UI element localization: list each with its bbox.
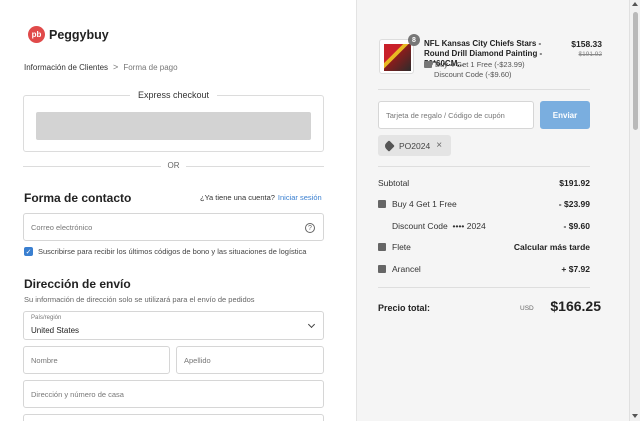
country-select[interactable]: País/región United States	[23, 311, 324, 340]
brand-logo[interactable]: pb Peggybuy	[28, 26, 109, 43]
address-placeholder: Dirección y número de casa	[31, 390, 124, 399]
product-thumbnail	[379, 39, 414, 74]
summary-divider-bottom	[378, 287, 590, 288]
login-link[interactable]: Iniciar sesión	[278, 193, 322, 202]
total-label: Precio total:	[378, 303, 431, 313]
product-price: $158.33	[571, 39, 602, 49]
shipping-row: Flete Calcular más tarde	[378, 242, 590, 254]
email-placeholder: Correo electrónico	[31, 223, 93, 232]
express-checkout-title: Express checkout	[129, 90, 218, 100]
subtotal-value: $191.92	[559, 178, 590, 188]
receipt-icon	[378, 265, 386, 273]
tax-label: Arancel	[392, 264, 421, 274]
email-field[interactable]: Correo electrónico ?	[23, 213, 324, 241]
chevron-down-icon	[307, 320, 316, 329]
tax-row: Arancel + $7.92	[378, 264, 590, 276]
shipping-label-group: Flete	[378, 242, 411, 252]
last-name-placeholder: Apellido	[184, 356, 211, 365]
product-discount: Discount Code (-$9.60)	[434, 70, 512, 79]
coupon-input[interactable]: Tarjeta de regalo / Código de cupón	[378, 101, 534, 129]
or-line-right	[186, 166, 324, 167]
discount-label-group: Discount Code •••• 2024	[392, 221, 486, 231]
subtotal-row: Subtotal $191.92	[378, 178, 590, 190]
login-prompt-text: ¿Ya tiene una cuenta?	[200, 193, 275, 202]
truck-icon	[378, 243, 386, 251]
total-currency: USD	[520, 305, 534, 312]
subscribe-text: Suscribirse para recibir los últimos cód…	[38, 247, 307, 256]
brand-name: Peggybuy	[49, 27, 109, 42]
promo-row: Buy 4 Get 1 Free - $23.99	[378, 199, 590, 211]
contact-title: Forma de contacto	[24, 191, 132, 205]
first-name-placeholder: Nombre	[31, 356, 58, 365]
brand-logo-mark: pb	[28, 26, 45, 43]
summary-divider-mid	[378, 166, 590, 167]
shipping-label: Flete	[392, 242, 411, 252]
discount-value: - $9.60	[563, 221, 590, 231]
total-value: $166.25	[550, 298, 601, 314]
scroll-thumb[interactable]	[633, 12, 638, 130]
shipping-value: Calcular más tarde	[513, 242, 590, 252]
promo-label: Buy 4 Get 1 Free	[392, 199, 457, 209]
country-value: United States	[31, 326, 80, 335]
last-name-field[interactable]: Apellido	[176, 346, 324, 374]
express-checkout-button[interactable]	[36, 112, 311, 140]
subtotal-label: Subtotal	[378, 178, 410, 188]
or-divider: OR	[23, 161, 324, 171]
page-scrollbar[interactable]	[629, 0, 640, 421]
tax-label-group: Arancel	[378, 264, 421, 274]
checkout-form-panel: pb Peggybuy Información de Clientes > Fo…	[0, 0, 356, 421]
summary-divider-top	[378, 89, 590, 90]
breadcrumb: Información de Clientes > Forma de pago	[24, 62, 178, 72]
product-original-price: $191.92	[578, 51, 603, 58]
tag-icon	[383, 139, 395, 152]
product-promo: Buy 4 Get 1 Free (-$23.99)	[424, 60, 525, 69]
shipping-subtitle: Su información de dirección solo se util…	[24, 295, 255, 304]
discount-row: Discount Code •••• 2024 - $9.60	[378, 221, 590, 233]
first-name-field[interactable]: Nombre	[23, 346, 170, 374]
breadcrumb-customer-info[interactable]: Información de Clientes	[24, 63, 108, 72]
promo-value: - $23.99	[558, 199, 590, 209]
chevron-right-icon: >	[113, 62, 119, 72]
promo-label-group: Buy 4 Get 1 Free	[378, 199, 457, 209]
applied-code: PO2024	[399, 140, 431, 151]
scroll-down-icon[interactable]	[632, 414, 638, 418]
product-image	[384, 44, 411, 71]
help-icon[interactable]: ?	[305, 223, 315, 233]
express-checkout-box: Express checkout	[23, 90, 324, 152]
discount-code-masked: •••• 2024	[452, 221, 486, 231]
subscribe-option[interactable]: ✓ Suscribirse para recibir los últimos c…	[24, 247, 306, 256]
shipping-title: Dirección de envío	[24, 277, 131, 291]
tax-value: + $7.92	[561, 264, 590, 274]
scroll-up-icon[interactable]	[632, 2, 638, 6]
subscribe-checkbox[interactable]: ✓	[24, 247, 33, 256]
breadcrumb-payment: Forma de pago	[123, 62, 178, 72]
remove-code-icon[interactable]: ×	[436, 140, 442, 151]
address-field[interactable]: Dirección y número de casa	[23, 380, 324, 408]
address-line2-field[interactable]	[23, 414, 324, 421]
country-label: País/región	[31, 315, 62, 321]
applied-code-chip: PO2024 ×	[378, 135, 451, 156]
discount-label: Discount Code	[392, 221, 448, 231]
login-prompt: ¿Ya tiene una cuenta? Iniciar sesión	[200, 193, 322, 202]
gift-icon	[424, 61, 432, 68]
apply-coupon-button[interactable]: Enviar	[540, 101, 590, 129]
product-promo-text: Buy 4 Get 1 Free (-$23.99)	[435, 60, 525, 69]
quantity-badge: 8	[408, 34, 420, 46]
coupon-placeholder: Tarjeta de regalo / Código de cupón	[386, 111, 505, 120]
gift-icon	[378, 200, 386, 208]
